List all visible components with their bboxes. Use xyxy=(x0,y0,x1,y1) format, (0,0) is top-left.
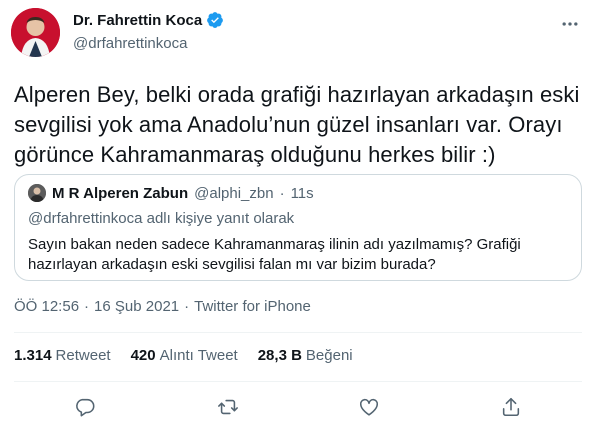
quoted-reply-context: @drfahrettinkoca adlı kişiye yanıt olara… xyxy=(28,210,295,227)
quoted-avatar xyxy=(28,184,46,202)
like-label: Beğeni xyxy=(305,347,353,364)
quoted-time: 11s xyxy=(290,184,314,202)
tweet-source[interactable]: Twitter for iPhone xyxy=(194,298,311,315)
divider-bottom xyxy=(14,381,582,382)
quote-tweet-stat[interactable]: 420 Alıntı Tweet xyxy=(131,347,238,364)
quoted-header: M R Alperen Zabun @alphi_zbn · 11s xyxy=(28,184,314,202)
tweet-stats: 1.314 Retweet 420 Alıntı Tweet 28,3 B Be… xyxy=(14,347,353,364)
share-icon[interactable] xyxy=(496,392,526,422)
tweet-time[interactable]: ÖÖ 12:56 xyxy=(14,298,79,315)
author-avatar[interactable] xyxy=(11,8,60,57)
quoted-display-name: M R Alperen Zabun xyxy=(52,184,189,202)
divider-top xyxy=(14,332,582,333)
quoted-text: Sayın bakan neden sadece Kahramanmaraş i… xyxy=(28,236,521,273)
quote-tweet-label: Alıntı Tweet xyxy=(159,347,238,364)
retweet-label: Retweet xyxy=(55,347,111,364)
tweet: Dr. Fahrettin Koca @drfahrettinkoca Alpe… xyxy=(0,0,597,434)
tweet-actions xyxy=(0,392,597,422)
author-display-name[interactable]: Dr. Fahrettin Koca xyxy=(73,12,202,29)
quoted-separator: · xyxy=(279,184,285,202)
timestamp-separator: · xyxy=(84,298,90,315)
retweet-icon[interactable] xyxy=(213,392,243,422)
quoted-tweet[interactable]: M R Alperen Zabun @alphi_zbn · 11s @drfa… xyxy=(14,174,582,281)
verified-badge-icon xyxy=(206,11,224,29)
like-count: 28,3 B xyxy=(257,347,302,364)
reply-icon[interactable] xyxy=(70,392,100,422)
quote-tweet-count: 420 xyxy=(130,347,156,364)
author-name-row[interactable]: Dr. Fahrettin Koca xyxy=(73,11,224,29)
retweet-count: 1.314 xyxy=(14,347,52,364)
retweet-stat[interactable]: 1.314 Retweet xyxy=(14,347,111,364)
like-stat[interactable]: 28,3 B Beğeni xyxy=(258,347,353,364)
timestamp-separator-2: · xyxy=(184,298,190,315)
author-handle[interactable]: @drfahrettinkoca xyxy=(73,35,187,52)
heart-icon[interactable] xyxy=(354,392,384,422)
quoted-handle: @alphi_zbn xyxy=(194,184,274,202)
tweet-date[interactable]: 16 Şub 2021 xyxy=(94,298,179,315)
tweet-text: Alperen Bey, belki orada grafiği hazırla… xyxy=(14,82,580,167)
tweet-timestamp: ÖÖ 12:56 · 16 Şub 2021 · Twitter for iPh… xyxy=(14,298,311,315)
more-dots-icon[interactable] xyxy=(558,12,582,36)
